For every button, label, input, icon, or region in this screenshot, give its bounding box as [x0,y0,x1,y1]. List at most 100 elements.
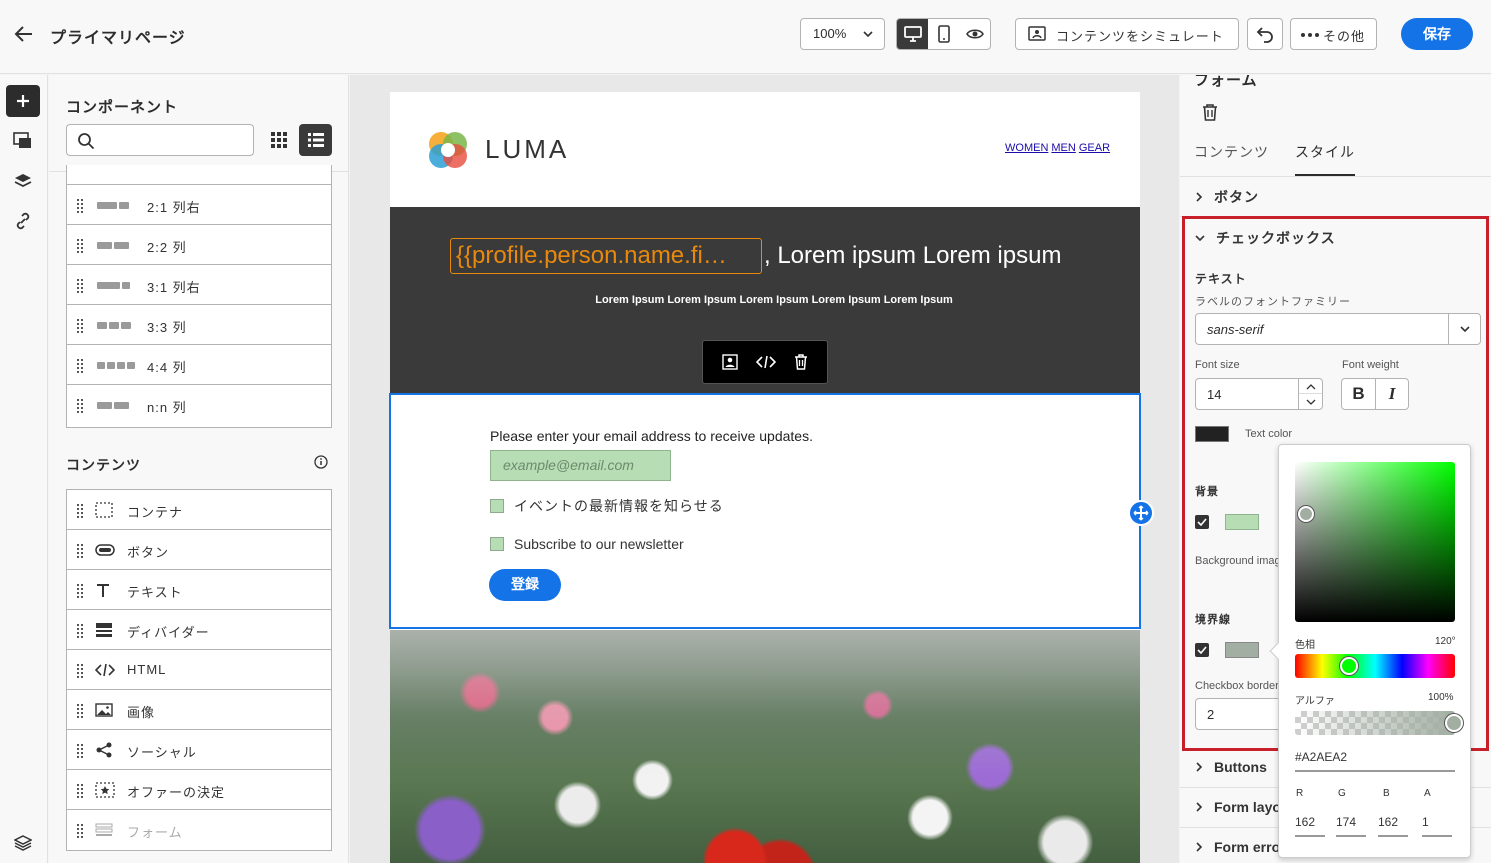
email-field[interactable]: example@email.com [490,450,671,481]
links-button[interactable] [6,205,40,237]
structure-item[interactable]: 2:2 列 [67,225,331,265]
add-components-button[interactable] [6,85,40,117]
text-color-swatch[interactable] [1195,426,1229,442]
grid-view-button[interactable] [263,124,295,156]
content-item[interactable]: ソーシャル [67,730,331,770]
bold-button[interactable]: B [1342,379,1375,409]
saturation-thumb[interactable] [1298,506,1314,522]
content-item[interactable]: コンテナ [67,490,331,530]
checkbox-box[interactable] [490,499,504,513]
trash-icon[interactable] [1202,103,1218,121]
structure-item[interactable]: 2:1 列右 [67,185,331,225]
accordion-checkbox-section[interactable]: チェックボックス [1194,228,1336,248]
background-color-swatch[interactable] [1225,514,1259,530]
drag-handle-icon[interactable] [77,824,83,838]
content-item[interactable]: ディバイダー [67,610,331,650]
content-item[interactable]: ボタン [67,530,331,570]
accordion-button-section[interactable]: ボタン [1194,187,1259,207]
personalization-token[interactable]: {{profile.person.name.fi… [450,238,762,274]
checkbox-events[interactable]: イベントの最新情報を知らせる [490,496,724,516]
drag-handle-icon[interactable] [77,704,83,718]
drag-handle-icon[interactable] [77,544,83,558]
chevron-down-icon[interactable] [1306,399,1316,406]
drag-handle-icon[interactable] [77,744,83,758]
hue-thumb[interactable] [1340,657,1358,675]
assets-button[interactable] [6,125,40,157]
mobile-view-button[interactable] [928,19,959,49]
content-item[interactable]: HTML [67,650,331,690]
flower-image[interactable] [390,630,1140,863]
content-item[interactable]: テキスト [67,570,331,610]
saturation-value-area[interactable] [1295,462,1455,622]
font-family-dropdown-button[interactable] [1448,314,1480,344]
tab-content[interactable]: コンテンツ [1194,142,1269,176]
simulate-content-button[interactable]: コンテンツをシミュレート [1015,18,1239,50]
accordion-form-layout-section[interactable]: Form layou [1194,799,1289,815]
hex-input[interactable]: #A2AEA2 [1295,748,1455,772]
fragments-button[interactable] [6,827,40,859]
back-arrow-icon[interactable] [12,22,36,46]
email-header[interactable]: LUMA WOMEN MEN GEAR [390,92,1140,207]
green-input[interactable]: 174 [1336,811,1366,837]
nav-link-women[interactable]: WOMEN [1005,142,1048,154]
drag-handle-icon[interactable] [77,664,83,678]
content-item[interactable]: 画像 [67,690,331,730]
structure-item[interactable]: 3:3 列 [67,305,331,345]
drag-handle-icon[interactable] [77,319,83,333]
add-component-handle[interactable] [1128,500,1154,526]
structure-item[interactable]: 3:1 列右 [67,265,331,305]
hue-slider[interactable] [1295,654,1455,678]
nav-link-men[interactable]: MEN [1051,142,1075,154]
structure-item[interactable]: 4:4 列 [67,345,331,385]
font-family-select[interactable]: sans-serif [1195,313,1481,345]
red-input[interactable]: 162 [1295,811,1325,837]
content-item[interactable]: フォーム [67,810,331,850]
nav-link-gear[interactable]: GEAR [1079,142,1110,154]
font-size-stepper[interactable] [1298,379,1322,409]
italic-button[interactable]: I [1375,379,1408,409]
save-button[interactable]: 保存 [1401,18,1473,50]
background-checkbox[interactable] [1195,515,1209,529]
personalize-icon[interactable] [722,354,738,370]
tab-style[interactable]: スタイル [1295,142,1355,176]
preview-button[interactable] [959,19,990,49]
accordion-form-error-section[interactable]: Form error [1194,839,1286,855]
zoom-select[interactable]: 100% [800,18,885,50]
list-view-button[interactable] [299,124,332,156]
drag-handle-icon[interactable] [77,504,83,518]
structure-item[interactable]: n:n 列 [67,385,331,425]
drag-handle-icon[interactable] [77,584,83,598]
alpha-thumb[interactable] [1445,714,1463,732]
delete-icon[interactable] [794,354,808,370]
accordion-buttons-section[interactable]: Buttons [1194,759,1267,775]
desktop-view-button[interactable] [897,19,928,49]
border-color-swatch[interactable] [1225,642,1259,658]
checkbox-newsletter[interactable]: Subscribe to our newsletter [490,536,684,552]
layers-button[interactable] [6,165,40,197]
drag-handle-icon[interactable] [77,624,83,638]
alpha-input[interactable]: 1 [1422,811,1452,837]
info-icon[interactable] [314,455,328,469]
code-icon[interactable] [756,355,776,369]
form-component[interactable]: Please enter your email address to recei… [389,393,1154,629]
drag-handle-icon[interactable] [77,359,83,373]
border-checkbox[interactable] [1195,643,1209,657]
blue-input[interactable]: 162 [1378,811,1408,837]
content-item[interactable]: オファーの決定 [67,770,331,810]
drag-handle-icon[interactable] [77,239,83,253]
chevron-up-icon[interactable] [1306,383,1316,390]
submit-button[interactable]: 登録 [489,569,561,601]
drag-handle-icon[interactable] [77,199,83,213]
drag-handle-icon[interactable] [77,279,83,293]
drag-handle-icon[interactable] [77,784,83,798]
undo-button[interactable] [1247,18,1283,50]
device-toggle [896,18,991,50]
hero-section[interactable]: {{profile.person.name.fi… , Lorem ipsum … [390,207,1140,393]
drag-handle-icon[interactable] [77,399,83,413]
search-input[interactable] [66,124,254,156]
alpha-slider[interactable] [1295,711,1463,735]
checkbox-box[interactable] [490,537,504,551]
layers-icon [14,174,32,188]
font-size-field[interactable]: 14 [1195,378,1323,410]
more-button[interactable]: その他 [1290,18,1377,50]
